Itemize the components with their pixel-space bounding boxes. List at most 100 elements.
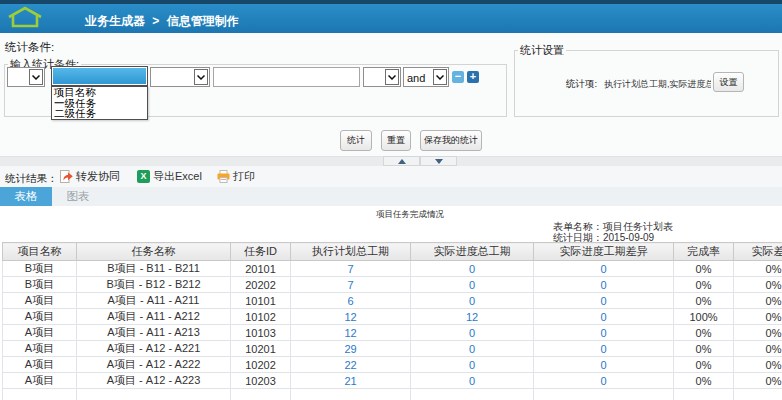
table-cell: A项目 bbox=[3, 357, 77, 373]
table-row: A项目A项目 - A12 - A2221020222000%0% bbox=[3, 357, 782, 373]
table-row: A项目A项目 - A12 - A2211020129000%0% bbox=[3, 341, 782, 357]
table-row: A项目A项目 - A11 - A2121010212120100%0% bbox=[3, 309, 782, 325]
results-label: 统计结果： bbox=[5, 172, 58, 186]
table-cell[interactable]: 0 bbox=[534, 373, 674, 389]
logic-operator-value: and bbox=[407, 72, 425, 84]
table-cell: A项目 - A11 - A213 bbox=[77, 325, 231, 341]
reset-button[interactable]: 重置 bbox=[381, 130, 411, 151]
table-cell[interactable]: 0 bbox=[534, 325, 674, 341]
dropdown-option[interactable]: 项目名称 bbox=[52, 87, 147, 98]
column-header: 实际进度总工期 bbox=[411, 243, 534, 261]
table-cell[interactable]: 29 bbox=[291, 341, 411, 357]
table-cell: 0% bbox=[674, 373, 734, 389]
chevron-down-icon bbox=[433, 69, 447, 85]
table-cell[interactable]: 0 bbox=[534, 357, 674, 373]
stat-item-label: 统计项: bbox=[566, 78, 597, 91]
table-cell[interactable]: 12 bbox=[411, 309, 534, 325]
condition-operator-select[interactable] bbox=[150, 67, 210, 87]
breadcrumb-page: 信息管理制作 bbox=[167, 14, 239, 28]
run-statistics-button[interactable]: 统计 bbox=[340, 130, 372, 151]
table-cell[interactable]: 0 bbox=[411, 357, 534, 373]
table-cell[interactable]: 0 bbox=[534, 309, 674, 325]
table-row: B项目B项目 - B12 - B212202027000%0% bbox=[3, 277, 782, 293]
add-condition-button[interactable]: + bbox=[467, 71, 479, 83]
print-label: 打印 bbox=[233, 169, 255, 184]
table-cell: 0% bbox=[674, 293, 734, 309]
export-excel-tool[interactable]: X 导出Excel bbox=[137, 169, 202, 184]
table-row: A项目A项目 - A11 - A2131010312000%0% bbox=[3, 325, 782, 341]
collapse-down-button[interactable] bbox=[420, 156, 457, 166]
dropdown-selected-highlight bbox=[53, 68, 146, 84]
table-cell[interactable]: 0 bbox=[411, 341, 534, 357]
settings-legend: 统计设置 bbox=[518, 44, 566, 56]
table-cell bbox=[534, 389, 674, 400]
table-cell[interactable]: 0 bbox=[534, 293, 674, 309]
table-cell: A项目 bbox=[3, 309, 77, 325]
condition-value-input[interactable] bbox=[213, 67, 360, 87]
table-cell[interactable]: 12 bbox=[291, 309, 411, 325]
table-cell: 0% bbox=[674, 341, 734, 357]
table-cell: 0% bbox=[734, 325, 782, 341]
table-cell[interactable]: 6 bbox=[291, 293, 411, 309]
tab-table[interactable]: 表格 bbox=[0, 187, 52, 206]
table-cell[interactable]: 0 bbox=[411, 277, 534, 293]
collapse-up-button[interactable] bbox=[383, 156, 420, 166]
export-excel-label: 导出Excel bbox=[153, 169, 202, 184]
table-cell bbox=[734, 389, 782, 400]
table-row: A项目A项目 - A12 - A2231020321000%0% bbox=[3, 373, 782, 389]
table-cell: 10201 bbox=[231, 341, 291, 357]
table-cell[interactable]: 0 bbox=[411, 261, 534, 277]
table-cell: 10202 bbox=[231, 357, 291, 373]
breadcrumb-section[interactable]: 业务生成器 bbox=[85, 14, 145, 28]
table-cell[interactable]: 0 bbox=[411, 325, 534, 341]
remove-condition-button[interactable]: − bbox=[452, 71, 464, 83]
print-tool[interactable]: 打印 bbox=[217, 169, 255, 184]
chevron-down-icon bbox=[194, 69, 208, 85]
column-header: 完成率 bbox=[674, 243, 734, 261]
table-cell[interactable]: 0 bbox=[534, 261, 674, 277]
dropdown-option[interactable]: 一级任务 bbox=[52, 98, 147, 109]
table-cell[interactable]: 0 bbox=[411, 293, 534, 309]
table-cell[interactable]: 0 bbox=[411, 373, 534, 389]
configure-button[interactable]: 设置 bbox=[713, 72, 744, 92]
table-cell[interactable]: 0 bbox=[534, 341, 674, 357]
condition-logic-select[interactable]: and bbox=[403, 67, 449, 87]
tab-chart[interactable]: 图表 bbox=[52, 187, 104, 206]
table-cell: 20202 bbox=[231, 277, 291, 293]
table-cell bbox=[291, 389, 411, 400]
column-header: 项目名称 bbox=[3, 243, 77, 261]
column-header: 执行计划总工期 bbox=[291, 243, 411, 261]
home-icon[interactable] bbox=[5, 5, 45, 29]
table-cell: 0% bbox=[674, 357, 734, 373]
table-cell bbox=[231, 389, 291, 400]
condition-field-dropdown[interactable] bbox=[51, 66, 148, 86]
dropdown-option[interactable]: 二级任务 bbox=[52, 108, 147, 119]
table-cell: 10103 bbox=[231, 325, 291, 341]
table-cell[interactable]: 7 bbox=[291, 261, 411, 277]
condition-field-select-1[interactable] bbox=[7, 67, 45, 87]
table-cell: 0% bbox=[734, 261, 782, 277]
breadcrumb-separator: > bbox=[152, 14, 159, 28]
table-cell: A项目 - A12 - A221 bbox=[77, 341, 231, 357]
table-cell: 0% bbox=[734, 341, 782, 357]
save-statistics-button[interactable]: 保存我的统计 bbox=[420, 130, 482, 151]
table-cell: B项目 - B12 - B212 bbox=[77, 277, 231, 293]
table-cell[interactable]: 21 bbox=[291, 373, 411, 389]
excel-icon: X bbox=[137, 170, 150, 183]
table-cell[interactable]: 7 bbox=[291, 277, 411, 293]
table-header-row: 项目名称任务名称任务ID执行计划总工期实际进度总工期实际进度工期差异完成率实际差… bbox=[3, 243, 782, 261]
table-cell[interactable]: 0 bbox=[534, 277, 674, 293]
table-cell: A项目 - A11 - A212 bbox=[77, 309, 231, 325]
column-header: 任务名称 bbox=[77, 243, 231, 261]
condition-field-dropdown-list: 项目名称一级任务二级任务 bbox=[51, 86, 148, 120]
table-cell: 0% bbox=[734, 373, 782, 389]
table-cell[interactable]: 22 bbox=[291, 357, 411, 373]
forward-label: 转发协同 bbox=[76, 169, 120, 184]
table-cell[interactable]: 12 bbox=[291, 325, 411, 341]
forward-tool[interactable]: 转发协同 bbox=[60, 169, 120, 184]
table-cell: B项目 - B11 - B211 bbox=[77, 261, 231, 277]
chevron-down-icon bbox=[385, 69, 399, 85]
triangle-down-icon bbox=[435, 159, 443, 164]
table-cell bbox=[411, 389, 534, 400]
condition-extra-select[interactable] bbox=[363, 67, 401, 87]
